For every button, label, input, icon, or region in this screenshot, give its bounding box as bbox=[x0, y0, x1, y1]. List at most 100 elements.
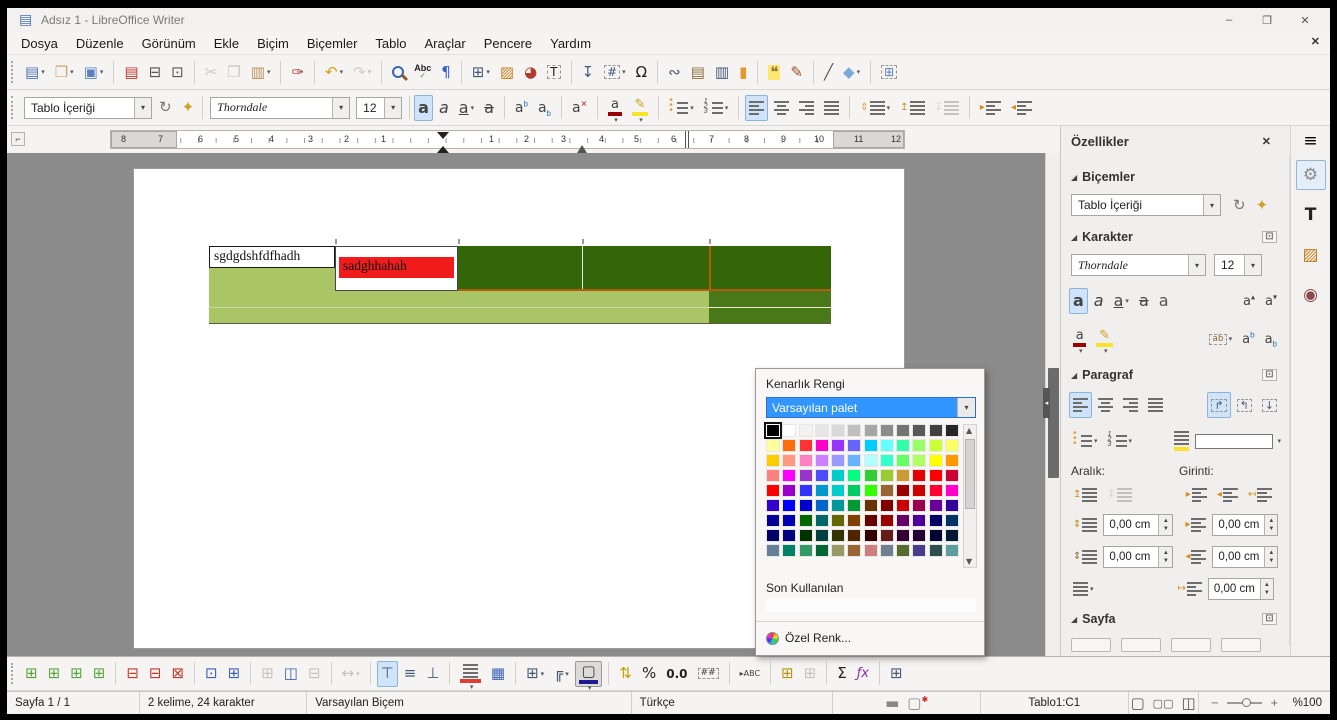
chevron-down-icon[interactable]: ▾ bbox=[356, 670, 360, 678]
chevron-down-icon[interactable]: ▾ bbox=[267, 68, 271, 76]
bullet-list[interactable]: ▾ bbox=[1069, 428, 1102, 454]
strikethrough[interactable]: a bbox=[480, 95, 498, 121]
color-swatch[interactable] bbox=[766, 469, 780, 482]
color-swatch[interactable] bbox=[879, 454, 894, 467]
page-orientation-button[interactable] bbox=[1071, 638, 1111, 652]
table-cell-b1[interactable]: sadghhahah bbox=[335, 246, 458, 291]
print-preview[interactable]: ⊡ bbox=[167, 59, 188, 85]
sidebar-close-icon[interactable]: ✕ bbox=[1262, 135, 1271, 148]
clone-formatting[interactable]: ✑ bbox=[287, 59, 308, 85]
new-style[interactable]: ✦ bbox=[178, 95, 199, 121]
chevron-down-icon[interactable]: ▾ bbox=[1094, 437, 1098, 445]
page-margin-button[interactable] bbox=[1121, 638, 1161, 652]
spinner-buttons[interactable]: ▲ ▼ bbox=[1259, 579, 1273, 599]
color-swatch[interactable] bbox=[879, 424, 894, 437]
autoformat-styles[interactable]: ▦ bbox=[487, 661, 509, 687]
color-swatch[interactable] bbox=[863, 439, 878, 452]
spacing-above-field[interactable]: 0,00 cm ▲ ▼ bbox=[1103, 514, 1174, 536]
menu-item[interactable]: Yardım bbox=[542, 33, 599, 54]
menu-item[interactable]: Tablo bbox=[367, 33, 414, 54]
table-row2-light[interactable] bbox=[209, 291, 709, 307]
menu-item[interactable]: Düzenle bbox=[68, 33, 132, 54]
menu-item[interactable]: Ekle bbox=[206, 33, 247, 54]
ruler-indent-marker[interactable] bbox=[577, 140, 587, 153]
color-swatch[interactable] bbox=[863, 454, 878, 467]
section-paragraph-header[interactable]: ◢ Paragraf ⊡ bbox=[1071, 368, 1281, 382]
chevron-down-icon[interactable]: ▾ bbox=[887, 104, 891, 112]
scroll-down-icon[interactable]: ▼ bbox=[966, 557, 972, 566]
spelling[interactable]: Abc ✓ bbox=[410, 59, 435, 85]
color-swatch[interactable] bbox=[831, 529, 845, 542]
color-swatch[interactable] bbox=[847, 469, 862, 482]
track-changes[interactable]: ✎ bbox=[786, 59, 807, 85]
color-swatch[interactable] bbox=[912, 544, 927, 557]
palette-scrollbar[interactable]: ▲ ▼ bbox=[963, 424, 977, 568]
line-spacing[interactable]: ⇕ ▾ bbox=[856, 95, 894, 121]
insert-mode[interactable]: ▬ bbox=[881, 690, 903, 714]
menu-item[interactable]: Araçlar bbox=[417, 33, 474, 54]
dialog-launcher-icon[interactable]: ⊡ bbox=[1262, 369, 1277, 381]
insert-comment[interactable]: ❝ bbox=[764, 59, 784, 85]
spinner-buttons[interactable]: ▲ ▼ bbox=[1264, 547, 1278, 567]
color-swatch[interactable] bbox=[847, 454, 862, 467]
color-swatch[interactable] bbox=[879, 544, 894, 557]
color-swatch[interactable] bbox=[928, 514, 943, 527]
scroll-up-icon[interactable]: ▲ bbox=[966, 426, 972, 435]
chevron-down-icon[interactable]: ▾ bbox=[134, 97, 151, 118]
color-swatch[interactable] bbox=[944, 469, 959, 482]
color-swatch[interactable] bbox=[928, 424, 943, 437]
decrease-indent[interactable]: ◂ bbox=[1007, 95, 1036, 121]
open[interactable]: ❒ ▾ bbox=[51, 59, 78, 85]
bold[interactable]: a bbox=[1069, 288, 1088, 314]
color-swatch[interactable] bbox=[766, 529, 780, 542]
find-and-replace[interactable] bbox=[388, 59, 408, 85]
chevron-down-icon[interactable]: ▾ bbox=[471, 104, 475, 112]
before-text-indent[interactable]: ▸ bbox=[1181, 512, 1210, 538]
decrease-indent[interactable]: ◂ bbox=[1213, 482, 1242, 508]
multi-page-view[interactable]: ▢▢ bbox=[1149, 690, 1178, 714]
color-swatch[interactable] bbox=[814, 499, 829, 512]
undo[interactable]: ↶ ▾ bbox=[321, 59, 347, 85]
scrollbar-thumb[interactable] bbox=[1048, 368, 1059, 478]
number-format-percent[interactable]: % bbox=[638, 661, 660, 687]
color-swatch[interactable] bbox=[912, 454, 927, 467]
color-swatch[interactable] bbox=[831, 454, 845, 467]
tab-navigator[interactable]: ◉ bbox=[1296, 280, 1326, 310]
chevron-down-icon[interactable]: ▾ bbox=[639, 116, 643, 124]
writing-direction-rtl[interactable]: ↰ bbox=[1233, 392, 1256, 418]
insert-chart[interactable]: ◕ bbox=[520, 59, 541, 85]
color-swatch[interactable] bbox=[847, 514, 862, 527]
chevron-down-icon[interactable]: ▾ bbox=[857, 68, 861, 76]
chevron-down-icon[interactable]: ▾ bbox=[1090, 585, 1094, 593]
paragraph-style-combo[interactable]: Tablo İçeriği ▾ bbox=[24, 96, 152, 119]
ruler-center-marker2[interactable] bbox=[437, 140, 449, 153]
increase-indent[interactable]: ▸ bbox=[1182, 482, 1211, 508]
border-style[interactable]: ╔ ▾ bbox=[550, 661, 573, 687]
rows-above[interactable]: ⊞ bbox=[21, 661, 42, 687]
color-swatch[interactable] bbox=[814, 439, 829, 452]
color-swatch[interactable] bbox=[928, 544, 943, 557]
subscript[interactable]: ab bbox=[534, 95, 555, 121]
insert-endnote[interactable]: ▥ bbox=[711, 59, 733, 85]
clear-formatting[interactable]: a✕ bbox=[568, 95, 591, 121]
border-color[interactable]: ▢ ▾ bbox=[574, 660, 603, 692]
align-justify[interactable] bbox=[1144, 392, 1167, 418]
page-column-button[interactable] bbox=[1221, 638, 1261, 652]
custom-color-button[interactable]: Özel Renk... bbox=[766, 631, 851, 645]
color-swatch[interactable] bbox=[847, 439, 862, 452]
protect-cells[interactable]: ⊞ bbox=[777, 661, 798, 687]
align-center[interactable] bbox=[1094, 392, 1117, 418]
color-swatch[interactable] bbox=[912, 424, 927, 437]
toolbar-grip[interactable] bbox=[11, 96, 15, 119]
sidebar-font-combo[interactable]: Thorndale ▾ bbox=[1071, 254, 1206, 276]
highlighted-text-box[interactable]: sadghhahah bbox=[339, 257, 454, 278]
color-swatch[interactable] bbox=[944, 499, 959, 512]
chevron-down-icon[interactable]: ▾ bbox=[1229, 335, 1233, 343]
select-table[interactable]: ⊞ bbox=[224, 661, 245, 687]
color-swatch[interactable] bbox=[831, 544, 845, 557]
minimize-button[interactable]: – bbox=[1210, 8, 1248, 32]
chevron-down-icon[interactable]: ▾ bbox=[1104, 347, 1108, 355]
table-cell-a1[interactable]: sgdgdshfdfhadh bbox=[209, 246, 335, 268]
chevron-down-icon[interactable]: ▾ bbox=[384, 97, 402, 118]
color-swatch[interactable] bbox=[944, 484, 959, 497]
